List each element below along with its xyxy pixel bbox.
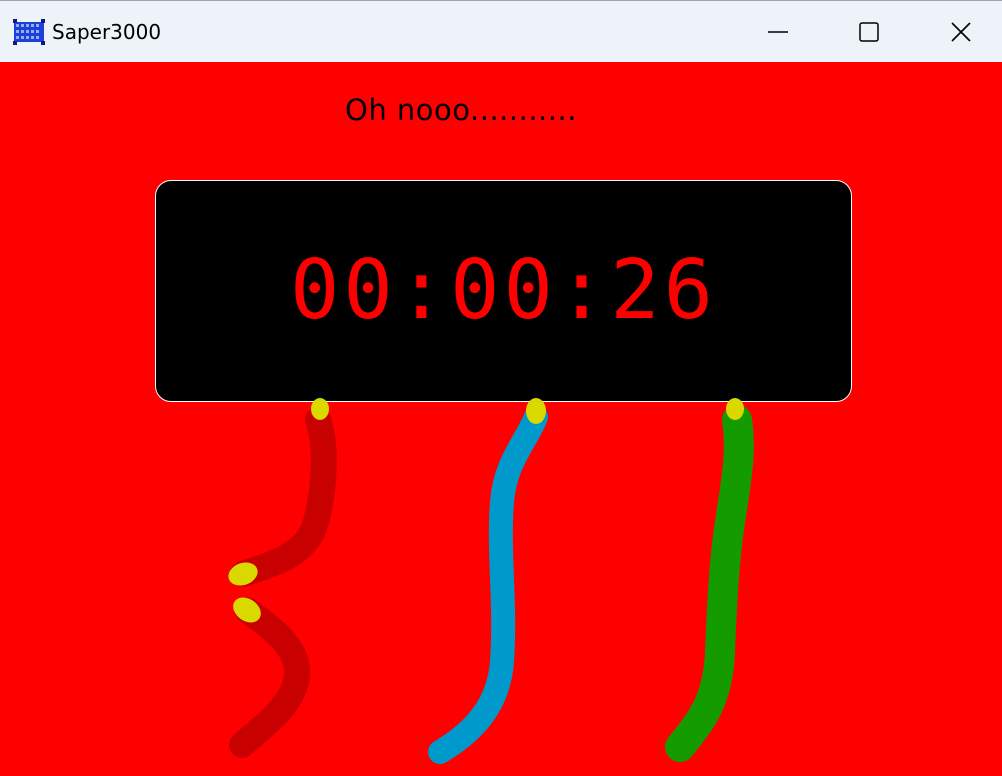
title-bar[interactable]: Saper3000 [0, 0, 1002, 62]
red-wire-lower-segment[interactable] [229, 597, 311, 758]
close-button[interactable] [914, 1, 1002, 62]
red-wire-top-tip [311, 398, 329, 420]
blue-wire-top-tip [526, 398, 546, 424]
maximize-button[interactable] [822, 1, 914, 62]
wires-layer [225, 398, 754, 764]
green-wire[interactable] [665, 398, 754, 762]
green-wire-body[interactable] [665, 405, 754, 762]
close-icon [951, 22, 971, 42]
game-area: Oh nooo........... 00:00:26 [0, 62, 1002, 776]
maximize-icon [859, 22, 879, 42]
minimize-icon [768, 31, 788, 33]
blue-wire-body[interactable] [428, 405, 548, 764]
minimize-button[interactable] [731, 1, 823, 62]
red-wire-upper-segment[interactable] [230, 407, 337, 587]
app-window: Saper3000 Oh nooo........... 00:00:26 [0, 0, 1002, 776]
red-wire[interactable] [225, 398, 337, 758]
green-wire-top-tip [726, 398, 744, 420]
blue-wire[interactable] [428, 398, 548, 764]
window-title: Saper3000 [52, 20, 162, 44]
app-icon [13, 19, 45, 45]
